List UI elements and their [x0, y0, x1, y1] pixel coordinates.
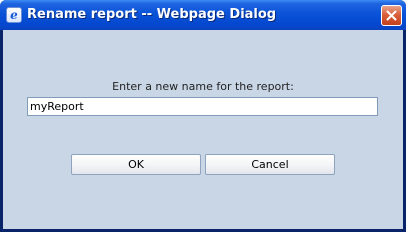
report-name-input[interactable]	[27, 97, 378, 116]
dialog-body: Enter a new name for the report: OK Canc…	[3, 30, 403, 229]
rename-prompt: Enter a new name for the report:	[112, 80, 294, 93]
dialog-window: e Rename report -- Webpage Dialog Enter …	[0, 0, 406, 232]
close-button[interactable]	[381, 5, 402, 26]
close-icon	[386, 10, 397, 21]
ok-button[interactable]: OK	[71, 154, 201, 175]
title-bar[interactable]: e Rename report -- Webpage Dialog	[0, 0, 406, 30]
ie-icon: e	[6, 7, 22, 23]
cancel-button[interactable]: Cancel	[205, 154, 335, 175]
window-title: Rename report -- Webpage Dialog	[27, 7, 277, 22]
